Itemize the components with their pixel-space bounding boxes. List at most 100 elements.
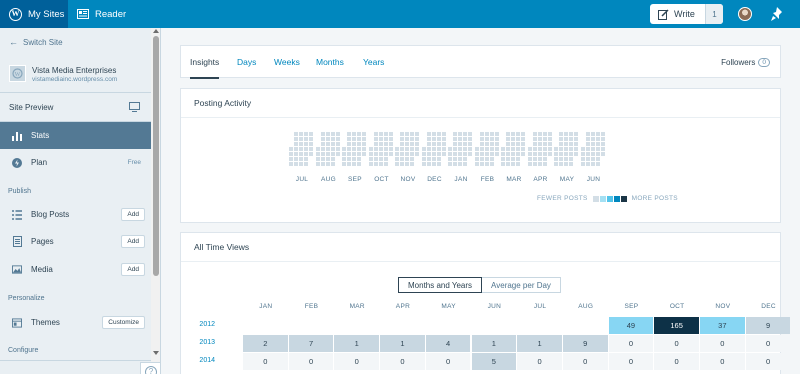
activity-day-cell[interactable]: [436, 132, 441, 136]
activity-day-cell[interactable]: [315, 162, 320, 166]
activity-day-cell[interactable]: [325, 132, 330, 136]
activity-day-cell[interactable]: [511, 162, 515, 166]
activity-day-cell[interactable]: [342, 157, 346, 161]
views-cell[interactable]: 0: [608, 335, 654, 352]
activity-day-cell[interactable]: [421, 157, 426, 161]
activity-day-cell[interactable]: [304, 132, 308, 136]
activity-day-cell[interactable]: [537, 147, 542, 151]
activity-day-cell[interactable]: [294, 137, 298, 141]
activity-day-cell[interactable]: [342, 152, 346, 156]
activity-day-cell[interactable]: [474, 157, 479, 161]
views-cell[interactable]: 37: [700, 317, 745, 334]
scrollbar-thumb[interactable]: [153, 36, 159, 276]
activity-day-cell[interactable]: [347, 152, 351, 156]
activity-day-cell[interactable]: [489, 132, 494, 136]
activity-day-cell[interactable]: [494, 142, 499, 146]
activity-day-cell[interactable]: [554, 147, 558, 151]
activity-day-cell[interactable]: [431, 152, 436, 156]
my-sites-button[interactable]: W My Sites: [0, 0, 68, 28]
activity-day-cell[interactable]: [474, 147, 479, 151]
activity-day-cell[interactable]: [559, 137, 563, 141]
activity-day-cell[interactable]: [574, 152, 578, 156]
activity-day-cell[interactable]: [506, 137, 510, 141]
activity-day-cell[interactable]: [289, 152, 293, 156]
activity-day-cell[interactable]: [532, 147, 537, 151]
activity-day-cell[interactable]: [527, 162, 532, 166]
activity-day-cell[interactable]: [527, 147, 532, 151]
avatar[interactable]: [738, 7, 752, 21]
activity-day-cell[interactable]: [410, 142, 414, 146]
activity-day-cell[interactable]: [559, 142, 563, 146]
activity-day-cell[interactable]: [388, 142, 393, 146]
sidebar-item-site-preview[interactable]: Site Preview: [0, 94, 151, 121]
activity-day-cell[interactable]: [426, 152, 431, 156]
activity-day-cell[interactable]: [537, 157, 542, 161]
activity-day-cell[interactable]: [511, 142, 515, 146]
activity-day-cell[interactable]: [304, 157, 308, 161]
activity-day-cell[interactable]: [415, 132, 419, 136]
activity-day-cell[interactable]: [595, 132, 600, 136]
activity-day-cell[interactable]: [600, 152, 605, 156]
activity-day-cell[interactable]: [352, 142, 356, 146]
activity-day-cell[interactable]: [436, 162, 441, 166]
activity-day-cell[interactable]: [415, 152, 419, 156]
activity-day-cell[interactable]: [421, 162, 426, 166]
activity-day-cell[interactable]: [585, 147, 590, 151]
activity-day-cell[interactable]: [373, 137, 378, 141]
tab-weeks[interactable]: Weeks: [274, 46, 300, 78]
help-button[interactable]: ?: [140, 362, 160, 374]
activity-day-cell[interactable]: [574, 137, 578, 141]
tab-months[interactable]: Months: [316, 46, 344, 78]
activity-day-cell[interactable]: [347, 132, 351, 136]
activity-day-cell[interactable]: [600, 147, 605, 151]
tab-years[interactable]: Years: [363, 46, 384, 78]
activity-day-cell[interactable]: [383, 147, 388, 151]
activity-day-cell[interactable]: [400, 152, 404, 156]
activity-day-cell[interactable]: [590, 147, 595, 151]
activity-day-cell[interactable]: [426, 147, 431, 151]
activity-day-cell[interactable]: [320, 162, 325, 166]
activity-day-cell[interactable]: [574, 147, 578, 151]
activity-day-cell[interactable]: [383, 137, 388, 141]
activity-day-cell[interactable]: [309, 147, 313, 151]
activity-day-cell[interactable]: [542, 147, 547, 151]
views-cell[interactable]: 0: [608, 353, 654, 370]
views-cell[interactable]: 0: [562, 353, 608, 370]
activity-day-cell[interactable]: [299, 137, 303, 141]
activity-day-cell[interactable]: [395, 157, 399, 161]
activity-day-cell[interactable]: [458, 157, 462, 161]
activity-day-cell[interactable]: [315, 147, 320, 151]
activity-day-cell[interactable]: [368, 152, 373, 156]
activity-day-cell[interactable]: [431, 132, 436, 136]
followers-link[interactable]: Followers 0: [721, 46, 770, 78]
activity-day-cell[interactable]: [501, 152, 505, 156]
activity-day-cell[interactable]: [405, 162, 409, 166]
activity-day-cell[interactable]: [368, 157, 373, 161]
activity-day-cell[interactable]: [580, 147, 585, 151]
activity-day-cell[interactable]: [516, 162, 520, 166]
views-cell[interactable]: 0: [700, 335, 745, 352]
activity-day-cell[interactable]: [320, 137, 325, 141]
activity-day-cell[interactable]: [600, 137, 605, 141]
activity-day-cell[interactable]: [453, 157, 457, 161]
activity-day-cell[interactable]: [441, 142, 446, 146]
activity-day-cell[interactable]: [342, 162, 346, 166]
activity-day-cell[interactable]: [590, 157, 595, 161]
activity-day-cell[interactable]: [506, 142, 510, 146]
activity-day-cell[interactable]: [395, 147, 399, 151]
activity-day-cell[interactable]: [489, 137, 494, 141]
activity-day-cell[interactable]: [383, 152, 388, 156]
activity-day-cell[interactable]: [362, 152, 366, 156]
activity-day-cell[interactable]: [516, 142, 520, 146]
views-cell[interactable]: 0: [654, 353, 699, 370]
activity-day-cell[interactable]: [516, 132, 520, 136]
activity-day-cell[interactable]: [537, 132, 542, 136]
activity-day-cell[interactable]: [574, 142, 578, 146]
activity-day-cell[interactable]: [436, 137, 441, 141]
activity-day-cell[interactable]: [410, 137, 414, 141]
views-cell[interactable]: 1: [334, 335, 380, 352]
sidebar-item-blog-posts[interactable]: Blog Posts Add: [0, 201, 151, 228]
activity-day-cell[interactable]: [431, 142, 436, 146]
activity-day-cell[interactable]: [357, 137, 361, 141]
activity-day-cell[interactable]: [569, 162, 573, 166]
